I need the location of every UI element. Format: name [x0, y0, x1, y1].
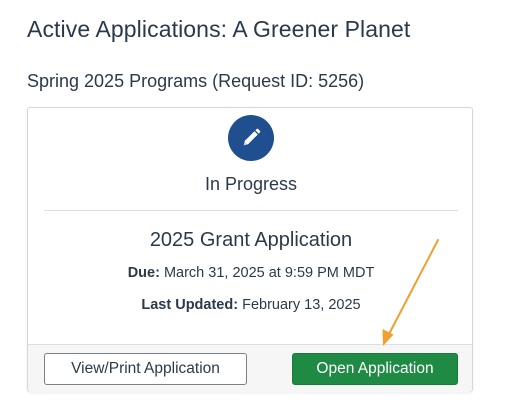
application-card: In Progress 2025 Grant Application Due: … — [27, 107, 473, 392]
open-application-button[interactable]: Open Application — [292, 353, 458, 385]
pencil-icon — [243, 128, 261, 146]
last-updated-value: February 13, 2025 — [242, 297, 361, 313]
card-footer: View/Print Application Open Application — [28, 344, 472, 392]
last-updated-label: Last Updated: — [141, 297, 239, 313]
view-print-application-button[interactable]: View/Print Application — [44, 353, 247, 385]
last-updated-line: Last Updated: February 13, 2025 — [28, 297, 474, 313]
divider — [44, 210, 458, 211]
status-icon-badge — [228, 115, 274, 161]
due-label: Due: — [127, 265, 160, 281]
status-label: In Progress — [204, 174, 298, 194]
due-value: March 31, 2025 at 9:59 PM MDT — [163, 265, 375, 281]
page-title: Active Applications: A Greener Planet — [27, 16, 411, 42]
page: Active Applications: A Greener Planet Sp… — [0, 0, 507, 404]
application-title: 2025 Grant Application — [149, 229, 353, 251]
due-date-line: Due: March 31, 2025 at 9:59 PM MDT — [28, 265, 474, 281]
section-title: Spring 2025 Programs (Request ID: 5256) — [27, 71, 365, 91]
